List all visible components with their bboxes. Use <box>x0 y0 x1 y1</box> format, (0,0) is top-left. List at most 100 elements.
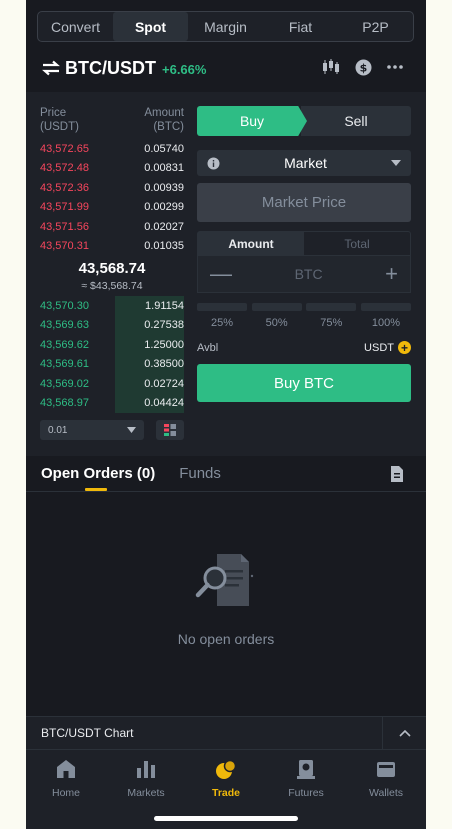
order-type-value: Market <box>284 155 327 171</box>
pair-name[interactable]: BTC/USDT <box>65 58 156 79</box>
more-icon[interactable] <box>386 58 404 76</box>
tab-spot[interactable]: Spot <box>113 12 188 41</box>
chevron-up-icon <box>398 729 411 737</box>
nav-wallets[interactable]: Wallets <box>346 750 426 829</box>
precision-select[interactable]: 0.01 <box>40 420 144 440</box>
available-balance: Avbl USDT + <box>197 341 411 354</box>
minus-icon[interactable]: — <box>210 263 232 285</box>
svg-text:$: $ <box>359 61 367 74</box>
nav-label: Trade <box>211 787 240 799</box>
chart-bar[interactable]: BTC/USDT Chart <box>26 716 426 749</box>
tab-total[interactable]: Total <box>304 232 410 255</box>
tab-funds[interactable]: Funds <box>179 456 221 492</box>
percent-option[interactable]: 100% <box>360 303 411 329</box>
ask-price: 43,571.99 <box>40 201 89 214</box>
ask-row[interactable]: 43,571.99 0.00299 <box>40 198 184 218</box>
bid-amount: 0.02724 <box>144 377 184 390</box>
trade-mode-tabs: Convert Spot Margin Fiat P2P <box>37 11 414 42</box>
tab-open-orders[interactable]: Open Orders (0) <box>41 456 155 492</box>
wallets-icon <box>377 762 395 777</box>
home-icon <box>57 760 75 778</box>
orderbook-layout-button[interactable] <box>156 420 184 440</box>
nav-label: Futures <box>288 787 324 799</box>
order-type-select[interactable]: Market <box>197 150 411 176</box>
quantity-input[interactable]: BTC <box>295 266 323 282</box>
buy-tab[interactable]: Buy <box>197 106 307 136</box>
bid-row[interactable]: 43,569.63 0.27538 <box>40 315 184 335</box>
percent-slider: 25% 50% 75% 100% <box>197 303 411 329</box>
buy-btc-button[interactable]: Buy BTC <box>197 364 411 402</box>
nav-label: Home <box>51 787 80 799</box>
percent-label: 100% <box>371 317 401 329</box>
order-book: Price (USDT) Amount (BTC) 43,572.65 0.05740… <box>40 106 184 440</box>
deposit-plus-icon[interactable]: + <box>398 341 411 354</box>
amount-header-unit: (BTC) <box>153 121 184 133</box>
mid-price-usd: ≈ $43,568.74 <box>81 280 143 292</box>
dollar-coin-icon[interactable]: $ <box>354 58 372 76</box>
tab-fiat[interactable]: Fiat <box>263 12 338 41</box>
bid-price: 43,569.63 <box>40 319 89 332</box>
ask-amount: 0.00299 <box>144 201 184 214</box>
ask-row[interactable]: 43,572.65 0.05740 <box>40 139 184 159</box>
bid-price: 43,569.02 <box>40 377 89 390</box>
nav-home[interactable]: Home <box>26 750 106 829</box>
bid-amount: 1.91154 <box>145 299 184 312</box>
mid-price[interactable]: 43,568.74 <box>40 260 184 277</box>
plus-icon[interactable]: + <box>385 263 398 285</box>
bid-amount: 0.38500 <box>144 358 184 371</box>
no-orders-icon <box>195 554 254 606</box>
home-indicator[interactable] <box>154 816 298 821</box>
ask-row[interactable]: 43,572.48 0.00831 <box>40 159 184 179</box>
ask-price: 43,571.56 <box>40 220 89 233</box>
tab-p2p[interactable]: P2P <box>338 12 413 41</box>
tab-amount[interactable]: Amount <box>198 232 304 255</box>
caret-down-icon <box>390 160 401 166</box>
tab-margin[interactable]: Margin <box>188 12 263 41</box>
ask-row[interactable]: 43,572.36 0.00939 <box>40 178 184 198</box>
bid-price: 43,569.62 <box>40 338 89 351</box>
trade-icon <box>216 759 237 779</box>
chart-bar-label: BTC/USDT Chart <box>41 726 134 740</box>
bid-price: 43,570.30 <box>40 299 89 312</box>
info-icon[interactable] <box>207 157 220 170</box>
order-history-icon[interactable] <box>390 466 404 482</box>
amount-header: Amount <box>144 107 184 119</box>
precision-value: 0.01 <box>48 424 68 436</box>
candlestick-chart-icon[interactable] <box>322 58 340 76</box>
pair-header: BTC/USDT +6.66% $ <box>26 52 426 84</box>
quantity-stepper: — BTC + <box>197 256 411 293</box>
avbl-currency: USDT <box>364 341 394 354</box>
ask-row[interactable]: 43,571.56 0.02027 <box>40 217 184 237</box>
bid-row[interactable]: 43,568.97 0.04424 <box>40 393 184 413</box>
bids-list: 43,570.30 1.91154 43,569.63 0.27538 43,569… <box>40 296 184 413</box>
no-orders-text: No open orders <box>177 631 275 647</box>
percent-label: 50% <box>265 317 288 329</box>
swap-icon[interactable] <box>41 60 61 76</box>
percent-option[interactable]: 75% <box>306 303 357 329</box>
ask-amount: 0.01035 <box>144 240 184 253</box>
bid-row[interactable]: 43,569.61 0.38500 <box>40 354 184 374</box>
price-header: Price <box>40 107 67 119</box>
nav-label: Markets <box>127 787 165 799</box>
sell-tab[interactable]: Sell <box>301 106 411 136</box>
bid-row[interactable]: 43,570.30 1.91154 <box>40 296 184 316</box>
caret-down-icon <box>127 427 136 433</box>
amount-total-toggle: Amount Total <box>197 231 411 256</box>
asks-list: 43,572.65 0.05740 43,572.48 0.00831 43,572… <box>40 139 184 256</box>
orderbook-layout-icon <box>164 424 176 436</box>
markets-icon <box>137 761 155 778</box>
percent-option[interactable]: 25% <box>197 303 247 329</box>
bid-row[interactable]: 43,569.62 1.25000 <box>40 335 184 355</box>
percent-option[interactable]: 50% <box>251 303 302 329</box>
futures-icon <box>297 760 315 779</box>
ask-price: 43,572.65 <box>40 142 89 155</box>
bid-row[interactable]: 43,569.02 0.02724 <box>40 374 184 394</box>
order-form: Buy Sell Market Market Price Amount Tota… <box>197 106 411 402</box>
ask-amount: 0.00939 <box>144 181 184 194</box>
ask-row[interactable]: 43,570.31 0.01035 <box>40 237 184 257</box>
bid-amount: 0.04424 <box>144 397 184 410</box>
ask-amount: 0.05740 <box>144 142 184 155</box>
ask-amount: 0.00831 <box>144 162 184 175</box>
tab-convert[interactable]: Convert <box>38 12 113 41</box>
expand-chart-button[interactable] <box>382 717 426 749</box>
